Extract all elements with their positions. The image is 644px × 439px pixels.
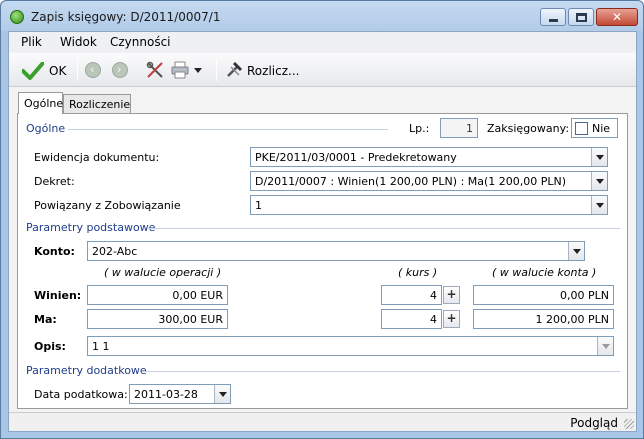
chevron-down-icon xyxy=(194,68,202,73)
dekret-select[interactable]: D/2011/0007 : Winien(1 200,00 PLN) : Ma(… xyxy=(250,171,608,191)
section-divider xyxy=(68,129,388,130)
arrow-right-icon: › xyxy=(112,62,128,78)
section-divider xyxy=(148,228,620,229)
winien-konto-field[interactable]: 0,00 PLN xyxy=(473,285,614,305)
maximize-icon xyxy=(576,13,587,22)
title-bar[interactable]: Zapis księgowy: D/2011/0007/1 ✕ xyxy=(1,1,643,31)
tab-ogolne[interactable]: Ogólne xyxy=(18,92,63,114)
window-client: Plik Widok Czynności OK ‹ › Rozlicz... O… xyxy=(8,31,637,432)
lp-field: 1 xyxy=(440,118,478,138)
opis-value: 1 1 xyxy=(92,340,110,353)
minimize-icon xyxy=(549,19,558,22)
zaksiegowany-checkbox[interactable] xyxy=(575,122,588,135)
dekret-value: D/2011/0007 : Winien(1 200,00 PLN) : Ma(… xyxy=(255,175,567,188)
checkmark-icon xyxy=(22,62,44,80)
window-title: Zapis księgowy: D/2011/0007/1 xyxy=(31,10,221,24)
data-podatkowa-select[interactable]: 2011-03-28 xyxy=(129,384,231,404)
ma-kurs-plus-button[interactable]: + xyxy=(443,310,460,328)
tab-panel-ogolne: Ogólne Lp.: 1 Zaksięgowany: Nie Ewidencj… xyxy=(17,113,628,409)
maximize-button[interactable] xyxy=(568,8,594,26)
section-title-dodatkowe: Parametry dodatkowe xyxy=(26,364,147,377)
ewidencja-value: PKE/2011/03/0001 - Predekretowany xyxy=(255,151,457,164)
section-divider xyxy=(142,371,620,372)
status-bar: Podgląd xyxy=(9,412,636,431)
rozlicz-label: Rozlicz... xyxy=(247,64,300,78)
zaksiegowany-field[interactable]: Nie xyxy=(571,118,618,138)
toolbar-separator xyxy=(216,59,217,81)
data-podatkowa-value: 2011-03-28 xyxy=(134,388,198,401)
back-button[interactable]: ‹ xyxy=(84,59,102,81)
rozlicz-button[interactable]: Rozlicz... xyxy=(223,59,301,81)
zaksiegowany-label: Zaksięgowany: xyxy=(487,122,570,135)
tools-icon xyxy=(146,61,163,78)
resize-grip-icon[interactable] xyxy=(624,419,634,429)
ok-button[interactable]: OK xyxy=(15,59,71,81)
ma-operation-field[interactable]: 300,00 EUR xyxy=(87,309,228,329)
chevron-down-icon[interactable] xyxy=(591,196,607,214)
chevron-down-icon[interactable] xyxy=(214,385,230,403)
section-title-podstawowe: Parametry podstawowe xyxy=(26,221,156,234)
printer-icon xyxy=(171,61,189,79)
print-button[interactable] xyxy=(171,59,203,81)
menu-czynnosci[interactable]: Czynności xyxy=(110,35,171,49)
powiazany-select[interactable]: 1 xyxy=(250,195,608,215)
ewidencja-select[interactable]: PKE/2011/03/0001 - Predekretowany xyxy=(250,147,608,167)
lp-label: Lp.: xyxy=(409,122,430,135)
winien-kurs-plus-button[interactable]: + xyxy=(443,286,460,304)
chevron-down-icon[interactable] xyxy=(568,242,584,260)
konto-label: Konto: xyxy=(34,245,75,258)
window: Zapis księgowy: D/2011/0007/1 ✕ Plik Wid… xyxy=(0,0,644,439)
column-header-operation: ( w walucie operacji ) xyxy=(104,266,222,279)
chevron-down-icon[interactable] xyxy=(597,337,613,355)
tab-rozliczenie[interactable]: Rozliczenie xyxy=(63,94,131,114)
ma-konto-field[interactable]: 1 200,00 PLN xyxy=(473,309,614,329)
section-title-ogolne: Ogólne xyxy=(26,122,66,135)
menu-plik[interactable]: Plik xyxy=(21,35,42,49)
column-header-kurs: ( kurs ) xyxy=(398,266,438,279)
zaksiegowany-value: Nie xyxy=(592,122,611,135)
close-icon: ✕ xyxy=(611,10,623,24)
toolbar: OK ‹ › Rozlicz... xyxy=(9,53,636,87)
powiazany-label: Powiązany z Zobowiązanie xyxy=(34,199,181,212)
column-header-konto: ( w walucie konta ) xyxy=(492,266,597,279)
app-icon xyxy=(10,10,24,24)
tools-button[interactable] xyxy=(145,59,165,81)
dekret-label: Dekret: xyxy=(34,175,75,188)
ewidencja-label: Ewidencja dokumentu: xyxy=(34,151,160,164)
close-button[interactable]: ✕ xyxy=(596,8,638,26)
ma-label: Ma: xyxy=(34,313,57,326)
ma-kurs-field[interactable]: 4 xyxy=(381,309,442,329)
hammer-icon xyxy=(227,61,243,77)
opis-select[interactable]: 1 1 xyxy=(87,336,614,356)
toolbar-separator xyxy=(77,59,78,81)
winien-operation-field[interactable]: 0,00 EUR xyxy=(87,285,228,305)
ok-label: OK xyxy=(49,64,67,78)
winien-kurs-field[interactable]: 4 xyxy=(381,285,442,305)
opis-label: Opis: xyxy=(34,340,66,353)
chevron-down-icon[interactable] xyxy=(591,148,607,166)
forward-button[interactable]: › xyxy=(111,59,129,81)
konto-select[interactable]: 202-Abc xyxy=(87,241,585,261)
winien-label: Winien: xyxy=(34,289,82,302)
status-text: Podgląd xyxy=(570,416,618,430)
arrow-left-icon: ‹ xyxy=(85,62,101,78)
menu-widok[interactable]: Widok xyxy=(60,35,97,49)
powiazany-value: 1 xyxy=(255,199,262,212)
data-podatkowa-label: Data podatkowa: xyxy=(34,388,128,401)
chevron-down-icon[interactable] xyxy=(591,172,607,190)
menu-bar: Plik Widok Czynności xyxy=(9,32,636,52)
minimize-button[interactable] xyxy=(540,8,566,26)
konto-value: 202-Abc xyxy=(92,245,138,258)
